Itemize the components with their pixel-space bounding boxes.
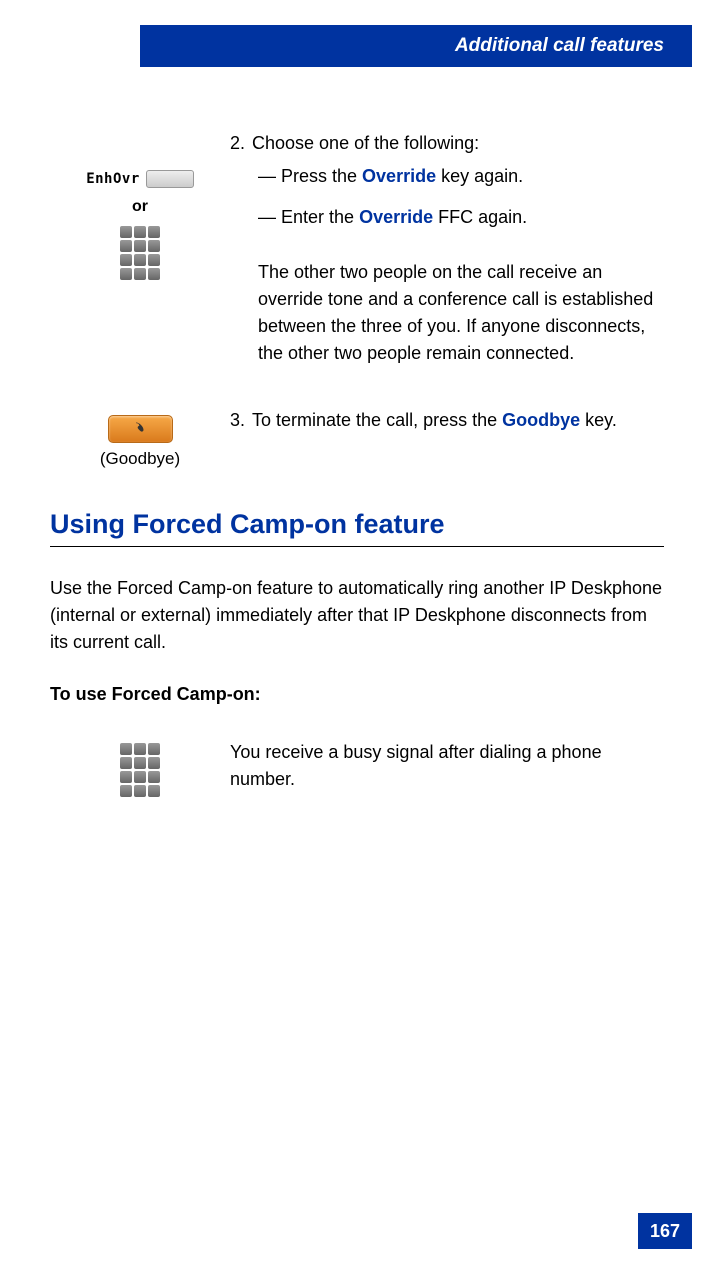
busy-icon-col	[50, 739, 230, 801]
step-2-number: 2.	[230, 130, 252, 157]
softkey-label: EnhOvr	[86, 171, 140, 187]
page-header: Additional call features	[140, 25, 692, 67]
step-3-icons: (Goodbye)	[50, 407, 230, 469]
section-intro: Use the Forced Camp-on feature to automa…	[50, 575, 664, 656]
step-3-body: To terminate the call, press the Goodbye…	[252, 407, 617, 434]
step-3-number: 3.	[230, 407, 252, 434]
section-rule	[50, 546, 664, 547]
busy-text: You receive a busy signal after dialing …	[230, 739, 664, 801]
step-2-paragraph: The other two people on the call receive…	[230, 259, 664, 367]
handset-icon	[131, 420, 151, 440]
step-2-option-1: — Press the Override key again.	[230, 163, 664, 190]
step-2-option-2: — Enter the Override FFC again.	[230, 204, 664, 231]
step-2-lead: 2. Choose one of the following:	[230, 130, 664, 157]
step-2-text: 2. Choose one of the following: — Press …	[230, 130, 664, 367]
section-subhead: To use Forced Camp-on:	[50, 684, 664, 705]
step-2-row: EnhOvr or 2. Choose one of the following…	[50, 130, 664, 367]
goodbye-button-icon	[108, 415, 173, 443]
goodbye-key-label: Goodbye	[502, 410, 580, 430]
header-title: Additional call features	[455, 35, 664, 57]
busy-row: You receive a busy signal after dialing …	[50, 739, 664, 801]
step-3-line: 3. To terminate the call, press the Good…	[230, 407, 664, 434]
step-3-text: 3. To terminate the call, press the Good…	[230, 407, 664, 469]
step-2-icons: EnhOvr or	[50, 130, 230, 367]
step-3-row: (Goodbye) 3. To terminate the call, pres…	[50, 407, 664, 469]
page-number: 167	[638, 1213, 692, 1249]
goodbye-label: (Goodbye)	[50, 449, 230, 469]
or-text: or	[50, 198, 230, 216]
step-2-lead-text: Choose one of the following:	[252, 130, 479, 157]
override-key-label: Override	[362, 166, 436, 186]
section-heading: Using Forced Camp-on feature	[50, 509, 664, 540]
keypad-icon	[50, 739, 230, 801]
softkey-button-icon	[146, 170, 194, 188]
keypad-icon	[50, 222, 230, 284]
override-ffc-label: Override	[359, 207, 433, 227]
page-content: EnhOvr or 2. Choose one of the following…	[50, 130, 664, 841]
softkey-row: EnhOvr	[50, 170, 230, 188]
